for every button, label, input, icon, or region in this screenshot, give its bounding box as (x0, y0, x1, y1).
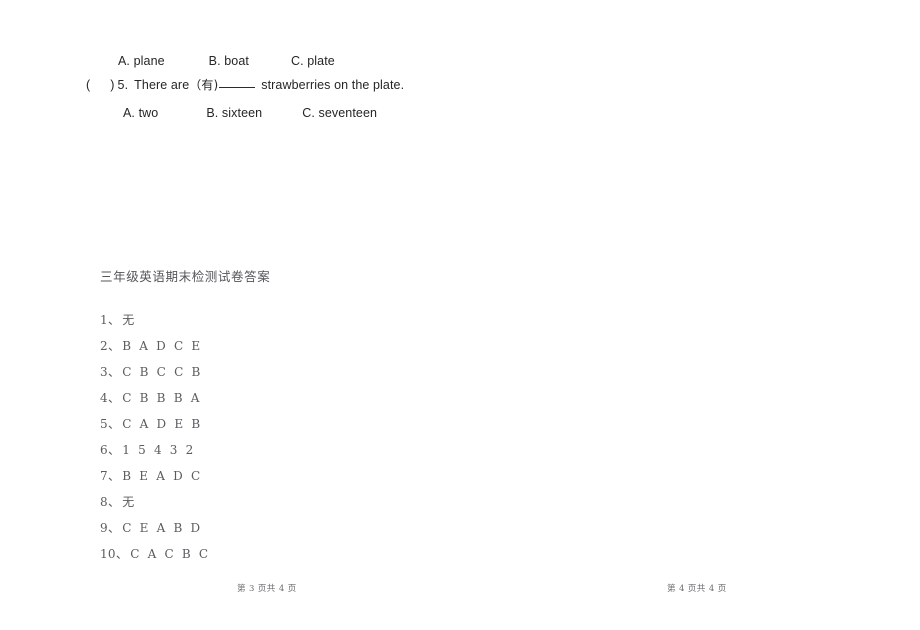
answer-row: 3、 C B C C B (100, 359, 600, 385)
answer-key-title: 三年级英语期末检测试卷答案 (100, 269, 271, 284)
answer-value: C A C B C (130, 547, 211, 561)
answer-number: 9 (100, 521, 108, 535)
answer-number: 3 (100, 365, 108, 379)
answer-number: 10 (100, 547, 116, 561)
question-5-stem: () 5. There are（有) strawberries on the plat… (86, 77, 404, 93)
answer-separator: 、 (107, 365, 121, 379)
question-number: 5. (117, 78, 129, 92)
answer-row: 9、 C E A B D (100, 515, 600, 541)
answer-separator: 、 (107, 313, 121, 327)
question-text-after: strawberries on the plate. (261, 78, 405, 92)
answer-value: C E A B D (122, 521, 203, 535)
answer-number: 2 (100, 339, 108, 353)
answer-value: B A D C E (122, 339, 203, 353)
answer-separator: 、 (107, 443, 121, 457)
page-footer-right: 第 4 页共 4 页 (667, 584, 727, 594)
answer-row: 6、 1 5 4 3 2 (100, 437, 600, 463)
page-footer-left: 第 3 页共 4 页 (237, 584, 297, 594)
question-hint-chinese: （有) (189, 78, 219, 92)
question-text-before: There are (134, 78, 190, 92)
answer-row: 8、无 (100, 489, 600, 515)
answer-value: 无 (122, 313, 135, 327)
answer-row: 10、 C A C B C (100, 541, 600, 567)
answer-key-list: 1、无 2、 B A D C E 3、 C B C C B 4、 C B B B A 5、 C … (100, 307, 600, 567)
question-5-options-row: A. two B. sixteen C. seventeen (123, 105, 377, 121)
answer-value: C B C C B (122, 365, 203, 379)
answer-key-block: 三年级英语期末检测试卷答案 1、无 2、 B A D C E 3、 C B C C B4… (100, 268, 600, 567)
answer-separator: 、 (115, 547, 129, 561)
answer-number: 4 (100, 391, 108, 405)
answer-row: 1、无 (100, 307, 600, 333)
answer-value: B E A D C (122, 469, 203, 483)
answer-number: 1 (100, 313, 108, 327)
answer-value: C A D E B (122, 417, 203, 431)
answer-value: 1 5 4 3 2 (122, 443, 196, 457)
question-4-options-row: A. plane B. boat C. plate (118, 53, 335, 69)
answer-row: 7、 B E A D C (100, 463, 600, 489)
answer-row: 4、 C B B B A (100, 385, 600, 411)
answer-separator: 、 (107, 495, 121, 509)
answer-separator: 、 (107, 417, 121, 431)
answer-separator: 、 (107, 469, 121, 483)
answer-separator: 、 (107, 521, 121, 535)
answer-separator: 、 (107, 391, 121, 405)
answer-value: C B B B A (122, 391, 202, 405)
answer-number: 5 (100, 417, 108, 431)
option-b-sixteen: B. sixteen (206, 106, 263, 120)
option-a-plane: A. plane (118, 54, 165, 68)
answer-number: 8 (100, 495, 108, 509)
answer-row: 2、 B A D C E (100, 333, 600, 359)
answer-bracket-open: ( (86, 78, 91, 92)
answer-separator: 、 (107, 339, 121, 353)
option-a-two: A. two (123, 106, 159, 120)
option-b-boat: B. boat (208, 54, 249, 68)
answer-row: 5、 C A D E B (100, 411, 600, 437)
answer-number: 6 (100, 443, 108, 457)
answer-bracket-close: ) (110, 78, 115, 92)
option-c-seventeen: C. seventeen (302, 106, 378, 120)
option-c-plate: C. plate (290, 54, 335, 68)
fill-in-blank-line (219, 87, 256, 88)
document-page: A. plane B. boat C. plate () 5. There are（有)… (0, 0, 920, 630)
answer-number: 7 (100, 469, 108, 483)
answer-value: 无 (122, 495, 135, 509)
